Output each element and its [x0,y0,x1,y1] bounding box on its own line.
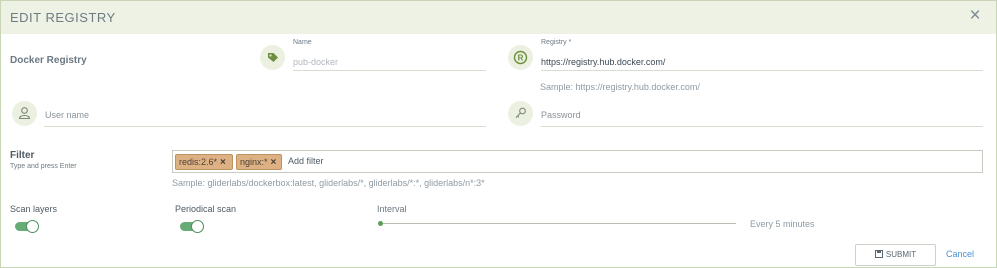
filter-sample: Sample: gliderlabs/dockerbox:latest, gli… [172,178,485,188]
password-input[interactable]: Password [541,110,581,120]
dialog-frame [0,0,997,268]
interval-value: Every 5 minutes [750,219,815,229]
registry-input-underline [541,70,983,71]
key-icon [508,101,533,126]
svg-text:R: R [518,54,524,63]
interval-slider-track[interactable] [380,223,736,224]
filter-tag: redis:2.6* × [175,154,233,170]
filter-tag-label: redis:2.6* [179,157,218,167]
registry-label: Registry * [541,39,572,46]
save-icon [874,246,883,266]
submit-label: SUBMIT [885,250,917,259]
scan-layers-label: Scan layers [10,204,58,214]
scan-layers-toggle-knob[interactable] [26,220,39,233]
docker-registry-label: Docker Registry [10,55,87,66]
periodical-scan-toggle-knob[interactable] [191,220,204,233]
interval-label: Interval [377,204,407,214]
filter-tag-label: nginx:* [240,157,268,167]
username-input[interactable]: User name [45,110,89,120]
remove-tag-icon[interactable]: × [220,157,226,168]
dialog-header [1,1,996,34]
filter-hint: Type and press Enter [10,163,77,170]
add-filter-input[interactable]: Add filter [288,156,324,166]
name-input[interactable]: pub-docker [293,57,338,67]
dialog-title: EDIT REGISTRY [10,10,116,25]
filter-tag: nginx:* × [236,154,282,170]
username-input-underline [44,126,486,127]
registered-icon: R [508,45,533,70]
name-input-underline [293,70,486,71]
registry-input[interactable]: https://registry.hub.docker.com/ [541,57,665,67]
close-icon[interactable]: × [968,6,982,25]
password-input-underline [541,126,983,127]
remove-tag-icon[interactable]: × [271,157,277,168]
cancel-button[interactable]: Cancel [946,249,974,259]
periodical-scan-label: Periodical scan [175,204,237,214]
interval-slider-handle[interactable] [378,221,383,226]
name-label: Name [293,39,312,46]
submit-button[interactable]: SUBMIT [855,244,936,266]
registry-sample: Sample: https://registry.hub.docker.com/ [540,82,700,92]
user-icon [12,101,37,126]
filter-label: Filter [10,150,35,161]
tag-icon [260,45,285,70]
